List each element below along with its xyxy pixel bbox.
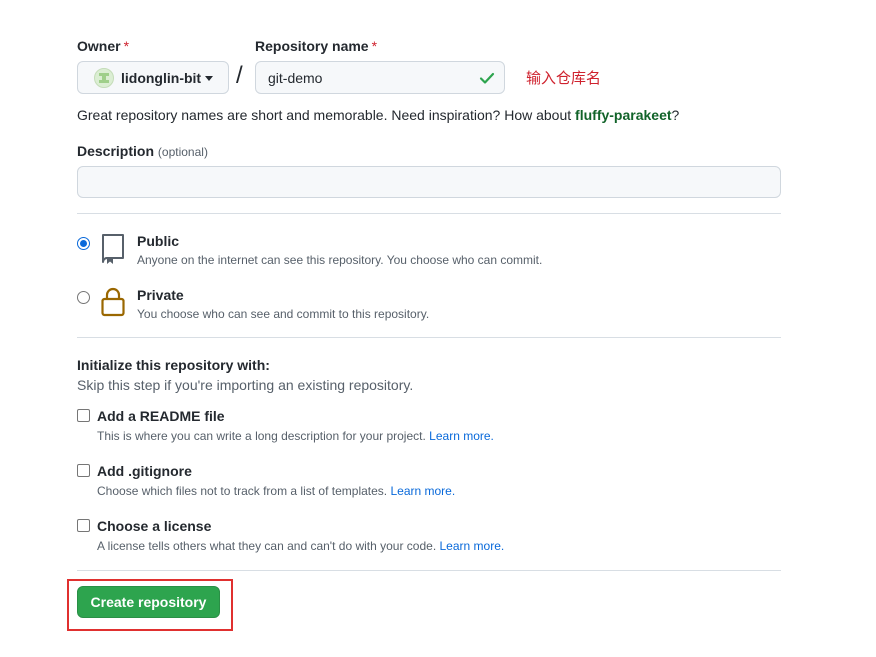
initialize-title: Initialize this repository with: [77,357,270,373]
description-label-text: Description [77,143,155,159]
divider [77,570,781,571]
add-readme-checkbox[interactable] [77,409,90,422]
add-gitignore-checkbox[interactable] [77,464,90,477]
check-icon [479,72,495,84]
owner-label: Owner * [77,38,129,54]
visibility-public-radio[interactable] [77,237,90,250]
gitignore-learn-more-link[interactable]: Learn more. [390,484,455,498]
name-suggestion-link[interactable]: fluffy-parakeet [575,107,671,123]
repo-name-value: git-demo [268,69,323,86]
visibility-private-desc: You choose who can see and commit to thi… [137,307,430,321]
avatar-identicon-icon [99,72,109,83]
visibility-public-desc: Anyone on the internet can see this repo… [137,253,543,267]
add-gitignore-desc: Choose which files not to track from a l… [97,484,455,498]
divider [77,213,781,214]
choose-license-desc: A license tells others what they can and… [97,539,504,553]
visibility-private-radio[interactable] [77,291,90,304]
add-readme-desc: This is where you can write a long descr… [97,429,494,443]
repo-name-label-text: Repository name [255,38,369,54]
repo-book-icon [102,234,124,264]
repo-name-required-mark: * [371,38,378,54]
lock-icon [101,287,125,317]
hint-prefix: Great repository names are short and mem… [77,107,576,123]
owner-label-text: Owner [77,38,121,54]
add-gitignore-desc-text: Choose which files not to track from a l… [97,484,388,498]
annotation-text: 输入仓库名 [526,70,602,87]
owner-name: lidonglin-bit [121,69,202,86]
owner-select-button[interactable]: lidonglin-bit [77,61,229,94]
repo-name-hint: Great repository names are short and mem… [77,107,679,123]
license-learn-more-link[interactable]: Learn more. [440,539,505,553]
choose-license-desc-text: A license tells others what they can and… [97,539,437,553]
caret-down-icon [205,76,214,81]
repo-name-label: Repository name * [255,38,377,54]
add-gitignore-title: Add .gitignore [97,463,192,479]
readme-learn-more-link[interactable]: Learn more. [429,429,494,443]
add-readme-title: Add a README file [97,408,225,424]
divider [77,337,781,338]
create-repository-button[interactable]: Create repository [77,586,220,618]
hint-suffix: ? [671,107,680,123]
avatar [94,67,114,88]
initialize-subtitle: Skip this step if you're importing an ex… [77,377,414,393]
description-input[interactable] [77,166,781,198]
choose-license-title: Choose a license [97,518,212,534]
owner-repo-separator: / [236,62,243,89]
owner-required-mark: * [123,38,130,54]
choose-license-checkbox[interactable] [77,519,90,532]
description-optional-tag: (optional) [157,145,208,159]
add-readme-desc-text: This is where you can write a long descr… [97,429,426,443]
description-label: Description (optional) [77,143,208,159]
visibility-private-title: Private [137,287,184,303]
repo-name-input[interactable]: git-demo [255,61,505,94]
visibility-public-title: Public [137,233,180,249]
